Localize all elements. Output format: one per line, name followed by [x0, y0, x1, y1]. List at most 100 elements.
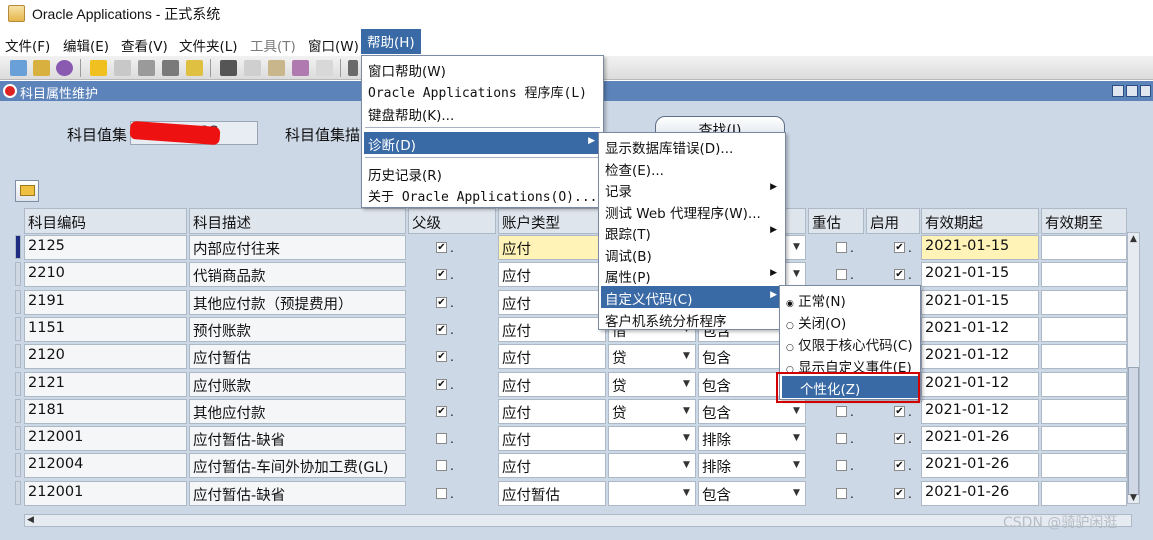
- parent-checkbox[interactable]: ✔: [436, 379, 447, 390]
- open-folder-button[interactable]: [15, 180, 39, 202]
- enabled-checkbox[interactable]: ✔: [894, 433, 905, 444]
- parent-checkbox[interactable]: ✔: [436, 297, 447, 308]
- start-cell[interactable]: 2021-01-12: [921, 344, 1039, 369]
- inc-cell[interactable]: 排除: [698, 426, 806, 451]
- new-icon[interactable]: [10, 60, 27, 76]
- find-icon[interactable]: [33, 60, 50, 76]
- inc-cell[interactable]: 包含: [698, 481, 806, 506]
- end-cell[interactable]: [1041, 399, 1127, 424]
- menu-edit[interactable]: 编辑(E): [63, 35, 109, 55]
- end-cell[interactable]: [1041, 372, 1127, 397]
- horizontal-scrollbar[interactable]: [24, 514, 1132, 527]
- help-menu-window-help[interactable]: 窗口帮助(W): [364, 58, 450, 80]
- desc-cell[interactable]: 应付暂估: [189, 344, 406, 369]
- diag-properties[interactable]: 属性(P) ▶: [601, 264, 783, 286]
- desc-cell[interactable]: 代销商品款: [189, 262, 406, 287]
- row-selector[interactable]: [15, 372, 21, 396]
- code-cell[interactable]: 2181: [24, 399, 187, 424]
- reval-checkbox[interactable]: [836, 460, 847, 471]
- parent-checkbox[interactable]: ✔: [436, 351, 447, 362]
- menu-help[interactable]: 帮助(H): [361, 29, 421, 54]
- code-cell[interactable]: 2121: [24, 372, 187, 397]
- parent-checkbox[interactable]: ✔: [436, 324, 447, 335]
- type-cell[interactable]: 应付: [498, 290, 606, 315]
- start-cell[interactable]: 2021-01-26: [921, 481, 1039, 506]
- header-reval[interactable]: 重估: [808, 208, 864, 234]
- start-cell[interactable]: 2021-01-15: [921, 235, 1039, 260]
- diag-custom-code[interactable]: 自定义代码(C) ▶: [601, 286, 783, 308]
- parent-checkbox[interactable]: ✔: [436, 269, 447, 280]
- close-icon[interactable]: [1140, 85, 1151, 97]
- diag-show-db-error[interactable]: 显示数据库错误(D)...: [601, 135, 737, 157]
- header-code[interactable]: 科目编码: [24, 208, 187, 234]
- row-selector[interactable]: [15, 290, 21, 314]
- start-cell[interactable]: 2021-01-12: [921, 399, 1039, 424]
- inc-cell[interactable]: 排除: [698, 453, 806, 478]
- code-cell[interactable]: 2120: [24, 344, 187, 369]
- menu-tools[interactable]: 工具(T): [250, 35, 296, 55]
- type-cell[interactable]: 应付: [498, 344, 606, 369]
- row-selector[interactable]: [15, 262, 21, 286]
- dropdown-arrow-icon[interactable]: ▼: [683, 351, 693, 361]
- help-menu-history[interactable]: 历史记录(R): [364, 162, 446, 184]
- copy-icon[interactable]: [244, 60, 261, 76]
- menu-file[interactable]: 文件(F): [5, 35, 50, 55]
- maximize-icon[interactable]: [1126, 85, 1138, 97]
- code-cell[interactable]: 212001: [24, 426, 187, 451]
- desc-cell[interactable]: 应付账款: [189, 372, 406, 397]
- dropdown-arrow-icon[interactable]: ▼: [683, 460, 693, 470]
- edit-field-icon[interactable]: [348, 60, 358, 76]
- end-cell[interactable]: [1041, 426, 1127, 451]
- scroll-down-icon[interactable]: ▼: [1130, 493, 1137, 503]
- parent-checkbox[interactable]: [436, 488, 447, 499]
- start-cell[interactable]: 2021-01-26: [921, 426, 1039, 451]
- header-end[interactable]: 有效期至: [1041, 208, 1127, 234]
- type-cell[interactable]: 应付: [498, 317, 606, 342]
- row-selector[interactable]: [15, 344, 21, 368]
- switch-icon[interactable]: [114, 60, 131, 76]
- desc-cell[interactable]: 应付暂估-车间外协加工费(GL): [189, 453, 406, 478]
- reval-checkbox[interactable]: [836, 242, 847, 253]
- enabled-checkbox[interactable]: ✔: [894, 242, 905, 253]
- header-parent[interactable]: 父级: [408, 208, 496, 234]
- end-cell[interactable]: [1041, 235, 1127, 260]
- desc-cell[interactable]: 应付暂估-缺省: [189, 426, 406, 451]
- reval-checkbox[interactable]: [836, 433, 847, 444]
- dropdown-arrow-icon[interactable]: ▼: [683, 433, 693, 443]
- dropdown-arrow-icon[interactable]: ▼: [683, 379, 693, 389]
- help-menu-library[interactable]: Oracle Applications 程序库(L): [364, 80, 591, 102]
- dropdown-arrow-icon[interactable]: ▼: [793, 406, 803, 416]
- delete-icon[interactable]: [316, 60, 333, 76]
- code-cell[interactable]: 2125: [24, 235, 187, 260]
- enabled-checkbox[interactable]: ✔: [894, 488, 905, 499]
- help-menu-about[interactable]: 关于 Oracle Applications(O)...: [364, 184, 602, 206]
- menu-folder[interactable]: 文件夹(L): [179, 35, 238, 55]
- end-cell[interactable]: [1041, 317, 1127, 342]
- dropdown-arrow-icon[interactable]: ▼: [683, 488, 693, 498]
- type-cell[interactable]: 应付: [498, 426, 606, 451]
- vertical-scroll-thumb[interactable]: [1128, 367, 1139, 495]
- save-icon[interactable]: [90, 60, 107, 76]
- dropdown-arrow-icon[interactable]: ▼: [793, 460, 803, 470]
- menu-view[interactable]: 查看(V): [121, 35, 168, 55]
- reval-checkbox[interactable]: [836, 269, 847, 280]
- code-cell[interactable]: 1151: [24, 317, 187, 342]
- code-cell[interactable]: 212004: [24, 453, 187, 478]
- diag-client-analyzer[interactable]: 客户机系统分析程序: [601, 308, 731, 330]
- header-start[interactable]: 有效期起: [921, 208, 1039, 234]
- code-cell[interactable]: 2191: [24, 290, 187, 315]
- diag-trace[interactable]: 跟踪(T) ▶: [601, 221, 783, 243]
- end-cell[interactable]: [1041, 344, 1127, 369]
- parent-checkbox[interactable]: ✔: [436, 242, 447, 253]
- minimize-icon[interactable]: [1112, 85, 1124, 97]
- code-cell[interactable]: 212001: [24, 481, 187, 506]
- reval-checkbox[interactable]: [836, 488, 847, 499]
- type-cell[interactable]: 应付: [498, 262, 606, 287]
- paste-icon[interactable]: [268, 60, 285, 76]
- end-cell[interactable]: [1041, 453, 1127, 478]
- parent-checkbox[interactable]: [436, 433, 447, 444]
- clear-icon[interactable]: [292, 60, 309, 76]
- custom-core-only[interactable]: ○ 仅限于核心代码(C): [782, 332, 917, 354]
- diag-log[interactable]: 记录 ▶: [601, 178, 783, 200]
- end-cell[interactable]: [1041, 290, 1127, 315]
